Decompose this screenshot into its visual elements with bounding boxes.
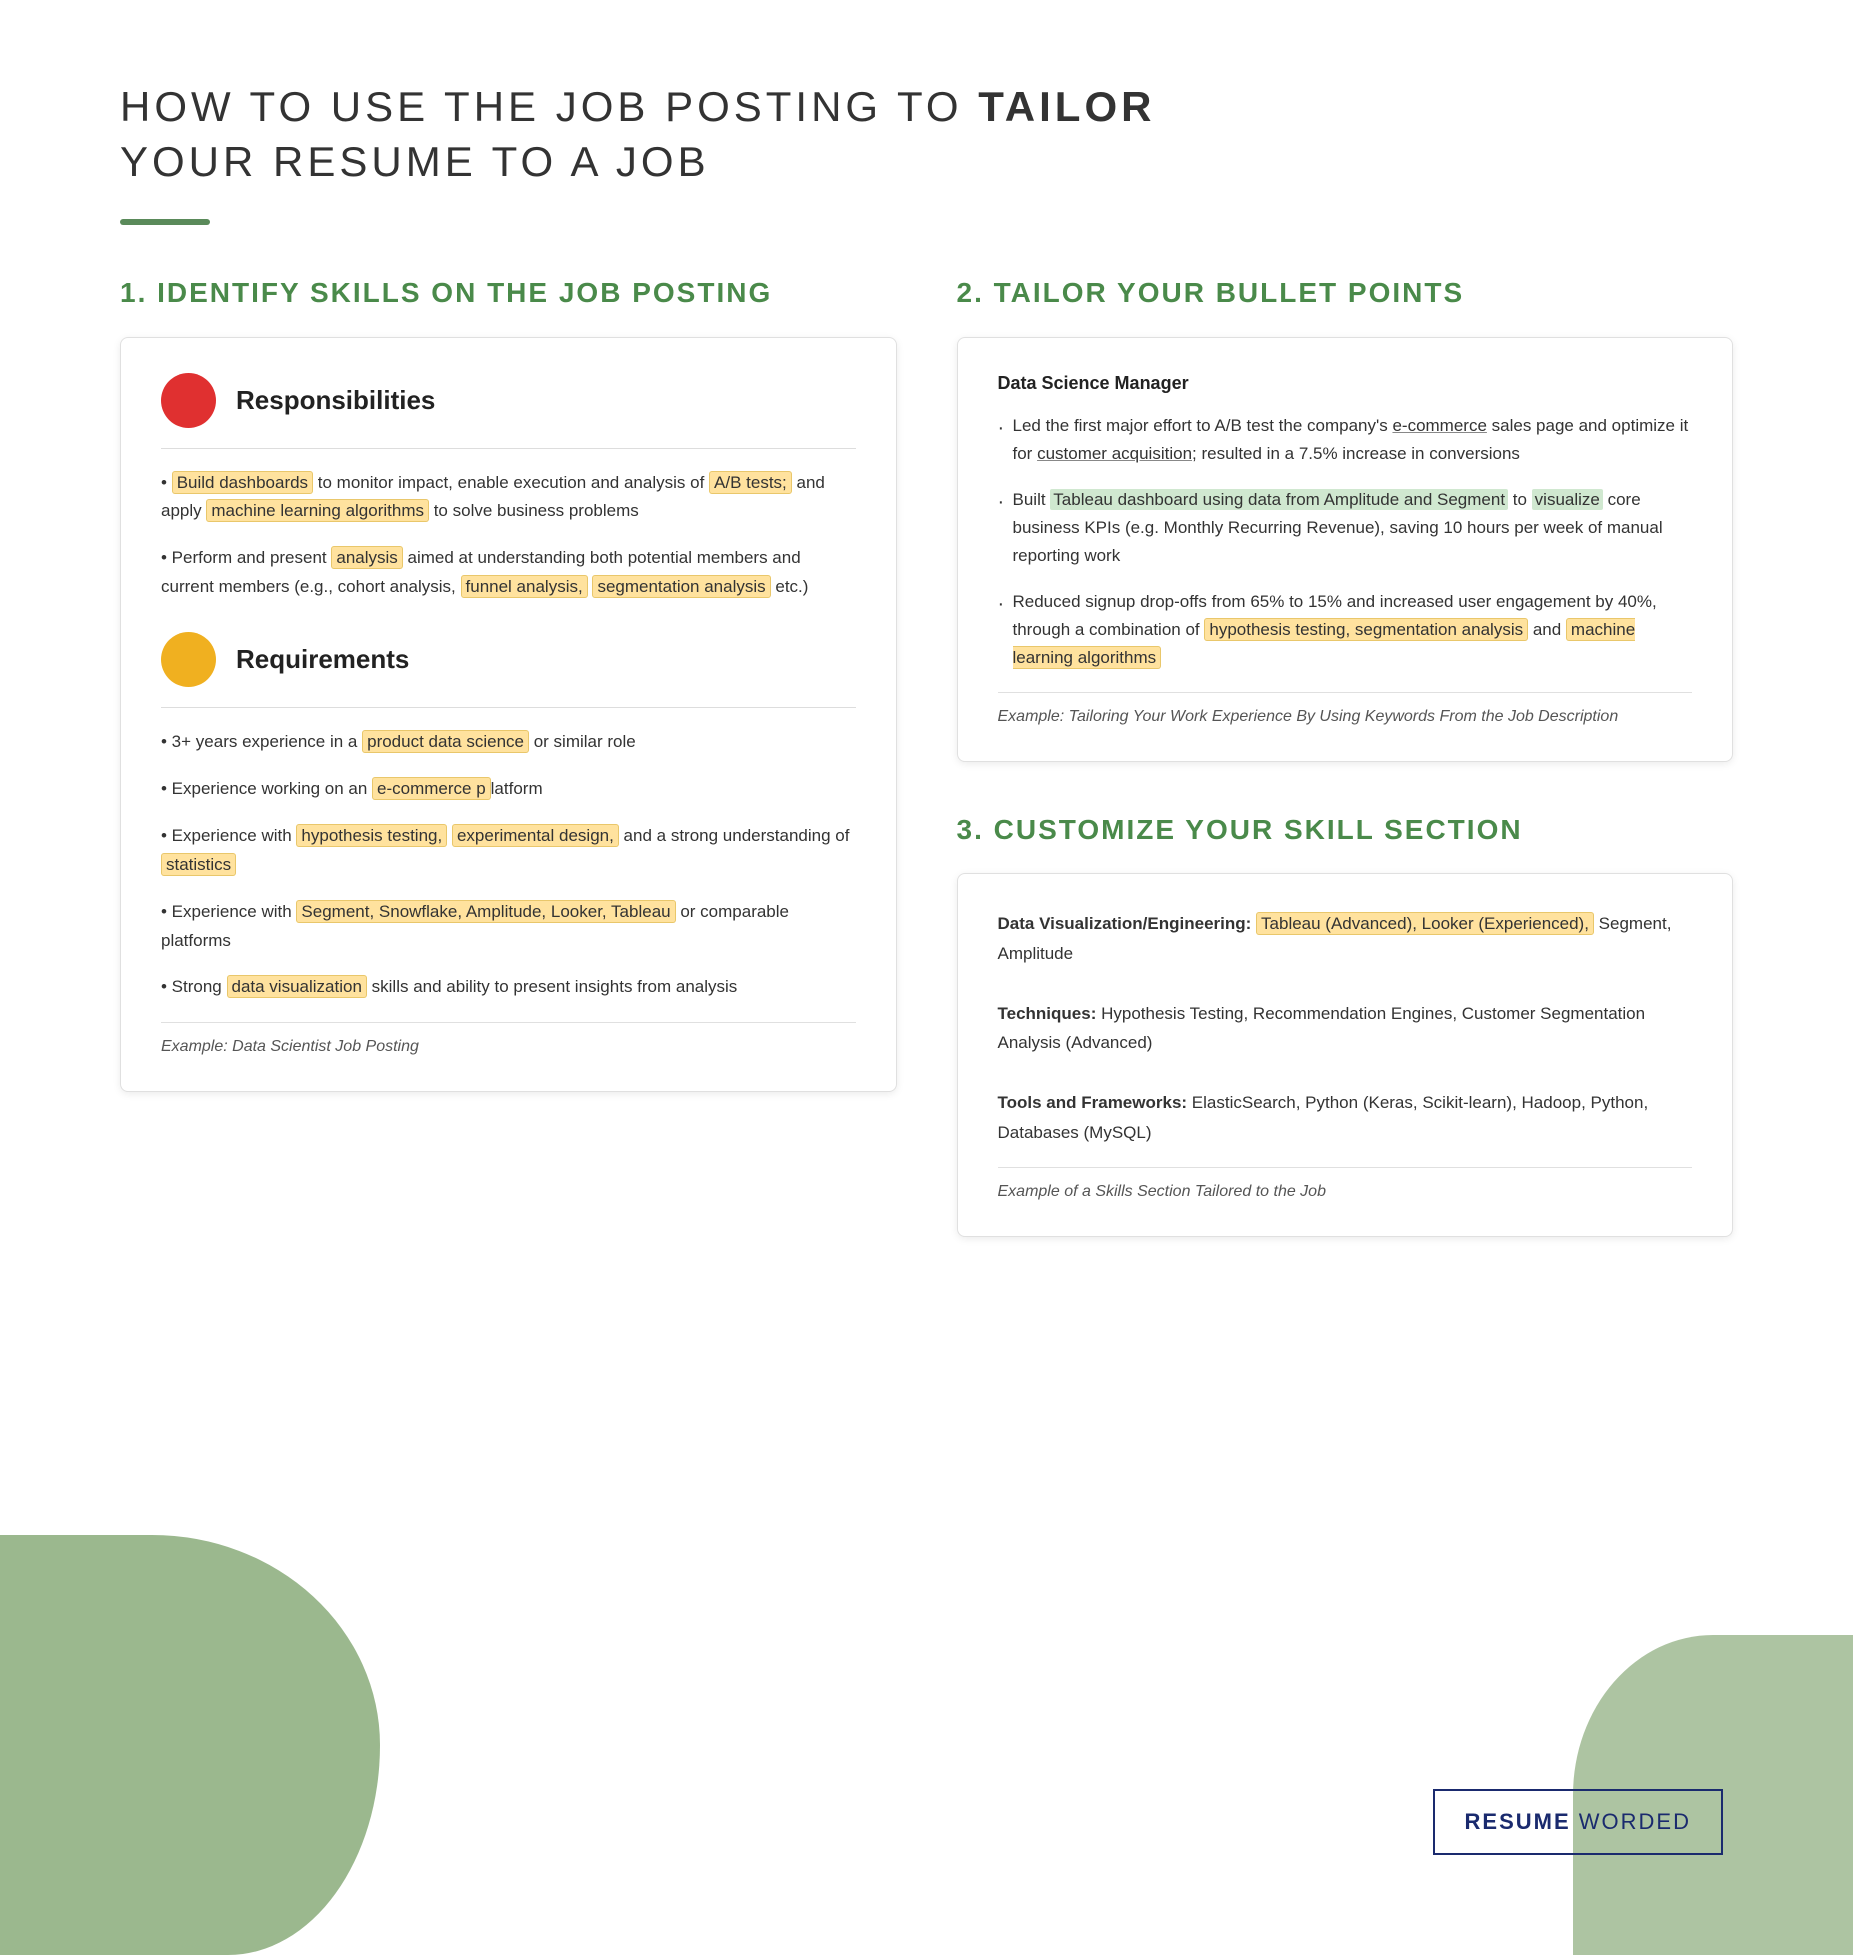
highlight-analysis: analysis bbox=[331, 546, 402, 569]
highlight-product-data-science: product data science bbox=[362, 730, 529, 753]
req-bullet-5: • Strong data visualization skills and a… bbox=[161, 973, 856, 1002]
highlight-hypothesis: hypothesis testing, bbox=[296, 824, 447, 847]
underline-customer-acq: customer acquisition bbox=[1037, 444, 1192, 463]
resp-bullet-1: • Build dashboards to monitor impact, en… bbox=[161, 469, 856, 527]
skills-label-3: Tools and Frameworks: bbox=[998, 1093, 1188, 1112]
highlight-data-viz: data visualization bbox=[227, 975, 367, 998]
divider2 bbox=[161, 707, 856, 708]
requirements-title: Requirements bbox=[236, 644, 409, 675]
highlight-visualize: visualize bbox=[1532, 489, 1603, 510]
section3-example: Example of a Skills Section Tailored to … bbox=[998, 1167, 1693, 1201]
req-bullet-4: • Experience with Segment, Snowflake, Am… bbox=[161, 898, 856, 956]
responsibilities-title: Responsibilities bbox=[236, 385, 435, 416]
section2-example: Example: Tailoring Your Work Experience … bbox=[998, 692, 1693, 726]
resp-bullet-2: • Perform and present analysis aimed at … bbox=[161, 544, 856, 602]
req-bullet-2: • Experience working on an e-commerce pl… bbox=[161, 775, 856, 804]
page-container: HOW TO USE THE JOB POSTING TO TAILOR YOU… bbox=[0, 0, 1853, 1955]
bg-blob-left bbox=[0, 1535, 380, 1955]
highlight-statistics: statistics bbox=[161, 853, 236, 876]
tailor-bullet-3: Reduced signup drop-offs from 65% to 15%… bbox=[998, 588, 1693, 672]
title-bold: TAILOR bbox=[978, 83, 1155, 130]
highlight-segment-tools: Segment, Snowflake, Amplitude, Looker, T… bbox=[296, 900, 675, 923]
tailor-bullet-1: Led the first major effort to A/B test t… bbox=[998, 412, 1693, 468]
responsibilities-header: Responsibilities bbox=[161, 373, 856, 428]
brand-worded: WORDED bbox=[1571, 1809, 1691, 1834]
title-part2: YOUR RESUME TO A JOB bbox=[120, 138, 710, 185]
section1-heading: 1. IDENTIFY SKILLS ON THE JOB POSTING bbox=[120, 275, 897, 311]
skills-content: Data Visualization/Engineering: Tableau … bbox=[998, 909, 1693, 1147]
highlight-build-dashboards: Build dashboards bbox=[172, 471, 313, 494]
yellow-circle-icon bbox=[161, 632, 216, 687]
job-title: Data Science Manager bbox=[998, 373, 1693, 394]
highlight-segmentation: segmentation analysis bbox=[592, 575, 770, 598]
right-column: 2. TAILOR YOUR BULLET POINTS Data Scienc… bbox=[957, 275, 1734, 1287]
highlight-tableau: Tableau dashboard using data from Amplit… bbox=[1050, 489, 1508, 510]
underline-ecommerce: e-commerce bbox=[1392, 416, 1486, 435]
main-title: HOW TO USE THE JOB POSTING TO TAILOR YOU… bbox=[120, 80, 1733, 189]
title-underline bbox=[120, 219, 210, 225]
highlight-ab-tests: A/B tests; bbox=[709, 471, 792, 494]
resume-worded-text: RESUME WORDED bbox=[1465, 1809, 1691, 1834]
section1-example: Example: Data Scientist Job Posting bbox=[161, 1022, 856, 1056]
req-bullet-1: • 3+ years experience in a product data … bbox=[161, 728, 856, 757]
left-column: 1. IDENTIFY SKILLS ON THE JOB POSTING Re… bbox=[120, 275, 897, 1142]
tailor-bullet-2: Built Tableau dashboard using data from … bbox=[998, 486, 1693, 570]
two-columns: 1. IDENTIFY SKILLS ON THE JOB POSTING Re… bbox=[120, 275, 1733, 1287]
highlight-ml-algorithms: machine learning algorithms bbox=[206, 499, 429, 522]
section3-card: Data Visualization/Engineering: Tableau … bbox=[957, 873, 1734, 1237]
section1-card: Responsibilities • Build dashboards to m… bbox=[120, 337, 897, 1093]
section2-heading: 2. TAILOR YOUR BULLET POINTS bbox=[957, 275, 1734, 311]
divider1 bbox=[161, 448, 856, 449]
resume-worded-brand: RESUME WORDED bbox=[1433, 1789, 1723, 1855]
req-bullet-3: • Experience with hypothesis testing, ex… bbox=[161, 822, 856, 880]
red-circle-icon bbox=[161, 373, 216, 428]
title-part1: HOW TO USE THE JOB POSTING TO bbox=[120, 83, 978, 130]
highlight-ecommerce: e-commerce p bbox=[372, 777, 491, 800]
highlight-hyp-testing: hypothesis testing, segmentation analysi… bbox=[1204, 618, 1528, 641]
section2-card: Data Science Manager Led the first major… bbox=[957, 337, 1734, 762]
highlight-experimental: experimental design, bbox=[452, 824, 619, 847]
brand-resume: RESUME bbox=[1465, 1809, 1571, 1834]
skills-label-2: Techniques: bbox=[998, 1004, 1097, 1023]
content-wrapper: HOW TO USE THE JOB POSTING TO TAILOR YOU… bbox=[120, 80, 1733, 1287]
highlight-funnel: funnel analysis, bbox=[461, 575, 588, 598]
skills-label-1: Data Visualization/Engineering: bbox=[998, 914, 1252, 933]
requirements-header: Requirements bbox=[161, 632, 856, 687]
highlight-tableau-skill: Tableau (Advanced), Looker (Experienced)… bbox=[1256, 912, 1594, 935]
section3-heading: 3. CUSTOMIZE YOUR SKILL SECTION bbox=[957, 812, 1734, 848]
